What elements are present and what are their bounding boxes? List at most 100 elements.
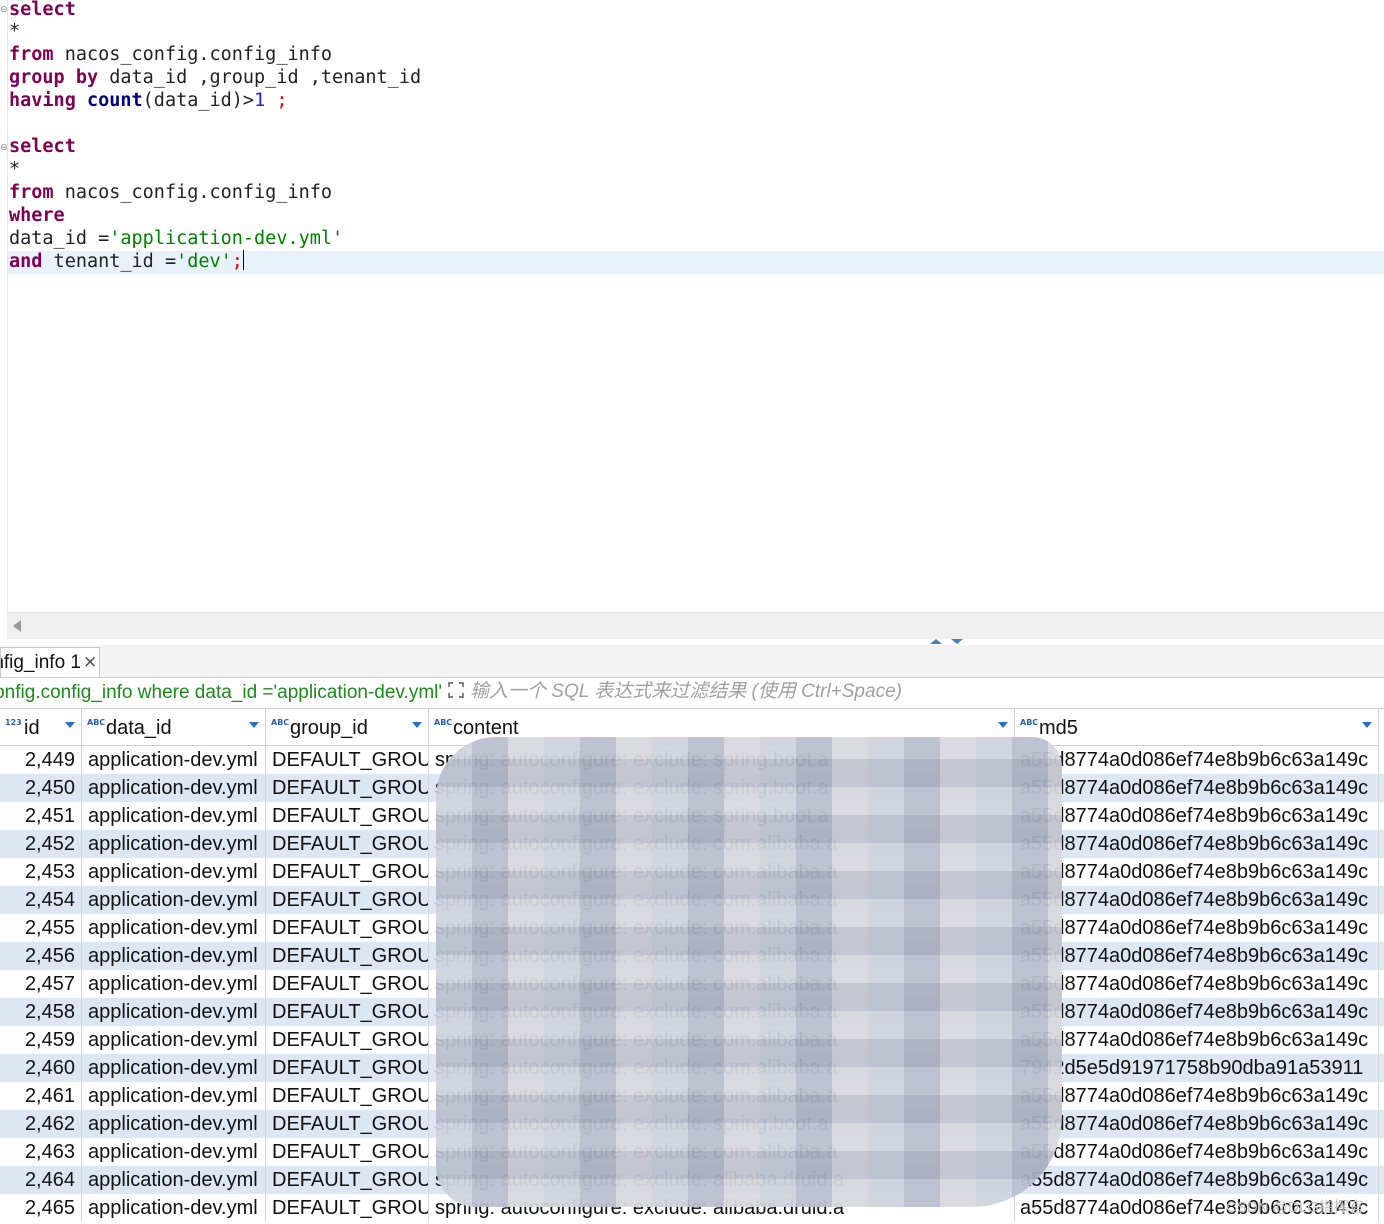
cell-md5[interactable]: a55d8774a0d086ef74e8b9b6c63a149c [1015, 886, 1379, 914]
cell-group-id[interactable]: DEFAULT_GROUP [266, 1166, 429, 1194]
table-row[interactable]: 2,461 application-dev.yml DEFAULT_GROUP spr… [0, 1082, 1384, 1110]
table-row[interactable]: 2,462 application-dev.yml DEFAULT_GROUP spr… [0, 1110, 1384, 1138]
cell-id[interactable]: 2,452 [0, 830, 82, 858]
cell-id[interactable]: 2,465 [0, 1194, 82, 1222]
cell-md5[interactable]: a55d8774a0d086ef74e8b9b6c63a149c [1015, 1166, 1379, 1194]
cell-group-id[interactable]: DEFAULT_GROUP [266, 970, 429, 998]
cell-id[interactable]: 2,461 [0, 1082, 82, 1110]
column-header-data-id[interactable]: ABC data_id [82, 709, 266, 746]
cell-data-id[interactable]: application-dev.yml [82, 886, 266, 914]
tab-result[interactable]: config_info 1 × [0, 647, 100, 677]
cell-content[interactable]: spring: autoconfigure: exclude: spring.b… [429, 746, 1015, 774]
cell-data-id[interactable]: application-dev.yml [82, 1166, 266, 1194]
fold-collapse-icon[interactable]: ⊖ [0, 5, 8, 15]
table-row[interactable]: 2,463 application-dev.yml DEFAULT_GROUP spr… [0, 1138, 1384, 1166]
cell-md5[interactable]: a55d8774a0d086ef74e8b9b6c63a149c [1015, 970, 1379, 998]
cell-group-id[interactable]: DEFAULT_GROUP [266, 1026, 429, 1054]
sort-arrow-icon[interactable] [998, 722, 1008, 728]
cell-data-id[interactable]: application-dev.yml [82, 970, 266, 998]
table-row[interactable]: 2,451 application-dev.yml DEFAULT_GROUP spr… [0, 802, 1384, 830]
cell-md5[interactable]: a55d8774a0d086ef74e8b9b6c63a149c [1015, 998, 1379, 1026]
cell-group-id[interactable]: DEFAULT_GROUP [266, 998, 429, 1026]
cell-group-id[interactable]: DEFAULT_GROUP [266, 914, 429, 942]
cell-group-id[interactable]: DEFAULT_GROUP [266, 1194, 429, 1222]
sort-arrow-icon[interactable] [249, 722, 259, 728]
cell-content[interactable]: spring: autoconfigure: exclude: com.alib… [429, 886, 1015, 914]
cell-md5[interactable]: a55d8774a0d086ef74e8b9b6c63a149c [1015, 830, 1379, 858]
cell-data-id[interactable]: application-dev.yml [82, 1082, 266, 1110]
table-row[interactable]: 2,455 application-dev.yml DEFAULT_GROUP spr… [0, 914, 1384, 942]
table-row[interactable]: 2,459 application-dev.yml DEFAULT_GROUP spr… [0, 1026, 1384, 1054]
column-header-md5[interactable]: ABC md5 [1015, 709, 1379, 746]
cell-md5[interactable]: a55d8774a0d086ef74e8b9b6c63a149c [1015, 1138, 1379, 1166]
cell-group-id[interactable]: DEFAULT_GROUP [266, 886, 429, 914]
cell-content[interactable]: spring: autoconfigure: exclude: com.alib… [429, 1082, 1015, 1110]
table-row[interactable]: 2,456 application-dev.yml DEFAULT_GROUP spr… [0, 942, 1384, 970]
cell-group-id[interactable]: DEFAULT_GROUP [266, 942, 429, 970]
cell-md5[interactable]: a55d8774a0d086ef74e8b9b6c63a149c [1015, 1026, 1379, 1054]
scroll-left-arrow-icon[interactable] [13, 620, 21, 632]
query-text[interactable]: select * from nacos_config.config_info w… [0, 682, 442, 704]
cell-id[interactable]: 2,456 [0, 942, 82, 970]
table-row[interactable]: 2,458 application-dev.yml DEFAULT_GROUP spr… [0, 998, 1384, 1026]
cell-content[interactable]: spring: autoconfigure: exclude: spring.b… [429, 774, 1015, 802]
cell-content[interactable]: spring: autoconfigure: exclude: com.alib… [429, 830, 1015, 858]
table-row[interactable]: 2,464 application-dev.yml DEFAULT_GROUP spr… [0, 1166, 1384, 1194]
cell-data-id[interactable]: application-dev.yml [82, 774, 266, 802]
cell-id[interactable]: 2,451 [0, 802, 82, 830]
sql-editor[interactable]: ⊖ ⊖ select * from nacos_config.config_in… [0, 0, 1384, 612]
expand-icon[interactable] [448, 682, 464, 698]
table-row[interactable]: 2,454 application-dev.yml DEFAULT_GROUP spr… [0, 886, 1384, 914]
cell-content[interactable]: spring: autoconfigure: exclude: alibaba.… [429, 1194, 1015, 1222]
cell-id[interactable]: 2,454 [0, 886, 82, 914]
cell-group-id[interactable]: DEFAULT_GROUP [266, 1082, 429, 1110]
cell-data-id[interactable]: application-dev.yml [82, 1138, 266, 1166]
cell-md5[interactable]: a55d8774a0d086ef74e8b9b6c63a149c [1015, 1082, 1379, 1110]
cell-id[interactable]: 2,463 [0, 1138, 82, 1166]
cell-data-id[interactable]: application-dev.yml [82, 1026, 266, 1054]
maximize-results-icon[interactable] [951, 639, 963, 644]
cell-content[interactable]: spring: autoconfigure: exclude: com.alib… [429, 858, 1015, 886]
horizontal-scrollbar[interactable] [7, 612, 1384, 639]
filter-input[interactable] [468, 679, 1372, 705]
table-row[interactable]: 2,465 application-dev.yml DEFAULT_GROUP spr… [0, 1194, 1384, 1222]
table-row[interactable]: 2,449 application-dev.yml DEFAULT_GROUP spr… [0, 746, 1384, 774]
cell-data-id[interactable]: application-dev.yml [82, 998, 266, 1026]
cell-group-id[interactable]: DEFAULT_GROUP [266, 774, 429, 802]
sort-arrow-icon[interactable] [65, 722, 75, 728]
cell-id[interactable]: 2,455 [0, 914, 82, 942]
cell-id[interactable]: 2,462 [0, 1110, 82, 1138]
table-row[interactable]: 2,453 application-dev.yml DEFAULT_GROUP spr… [0, 858, 1384, 886]
cell-group-id[interactable]: DEFAULT_GROUP [266, 746, 429, 774]
cell-md5[interactable]: a55d8774a0d086ef74e8b9b6c63a149c [1015, 914, 1379, 942]
cell-data-id[interactable]: application-dev.yml [82, 858, 266, 886]
cell-id[interactable]: 2,459 [0, 1026, 82, 1054]
cell-content[interactable]: spring: autoconfigure: exclude: com.alib… [429, 970, 1015, 998]
cell-content[interactable]: spring: autoconfigure: exclude: spring.b… [429, 1110, 1015, 1138]
cell-data-id[interactable]: application-dev.yml [82, 1054, 266, 1082]
close-icon[interactable]: × [83, 652, 97, 672]
cell-content[interactable]: spring: autoconfigure: exclude: com.alib… [429, 1054, 1015, 1082]
cell-content[interactable]: spring: autoconfigure: exclude: spring.b… [429, 802, 1015, 830]
cell-data-id[interactable]: application-dev.yml [82, 1194, 266, 1222]
cell-id[interactable]: 2,457 [0, 970, 82, 998]
column-header-group-id[interactable]: ABC group_id [266, 709, 429, 746]
sort-arrow-icon[interactable] [412, 722, 422, 728]
cell-group-id[interactable]: DEFAULT_GROUP [266, 858, 429, 886]
cell-group-id[interactable]: DEFAULT_GROUP [266, 1054, 429, 1082]
cell-data-id[interactable]: application-dev.yml [82, 830, 266, 858]
cell-md5[interactable]: a55d8774a0d086ef74e8b9b6c63a149c [1015, 802, 1379, 830]
sort-arrow-icon[interactable] [1362, 722, 1372, 728]
cell-id[interactable]: 2,450 [0, 774, 82, 802]
cell-md5[interactable]: a55d8774a0d086ef74e8b9b6c63a149c [1015, 1110, 1379, 1138]
column-header-content[interactable]: ABC content [429, 709, 1015, 746]
cell-content[interactable]: spring: autoconfigure: exclude: com.alib… [429, 914, 1015, 942]
cell-md5[interactable]: 7942d5e5d91971758b90dba91a53911 [1015, 1054, 1379, 1082]
maximize-editor-icon[interactable] [930, 639, 942, 644]
cell-content[interactable]: spring: autoconfigure: exclude: com.alib… [429, 998, 1015, 1026]
cell-md5[interactable]: a55d8774a0d086ef74e8b9b6c63a149c [1015, 942, 1379, 970]
cell-id[interactable]: 2,458 [0, 998, 82, 1026]
cell-group-id[interactable]: DEFAULT_GROUP [266, 830, 429, 858]
cell-group-id[interactable]: DEFAULT_GROUP [266, 802, 429, 830]
column-header-id[interactable]: 123 id [0, 709, 82, 746]
